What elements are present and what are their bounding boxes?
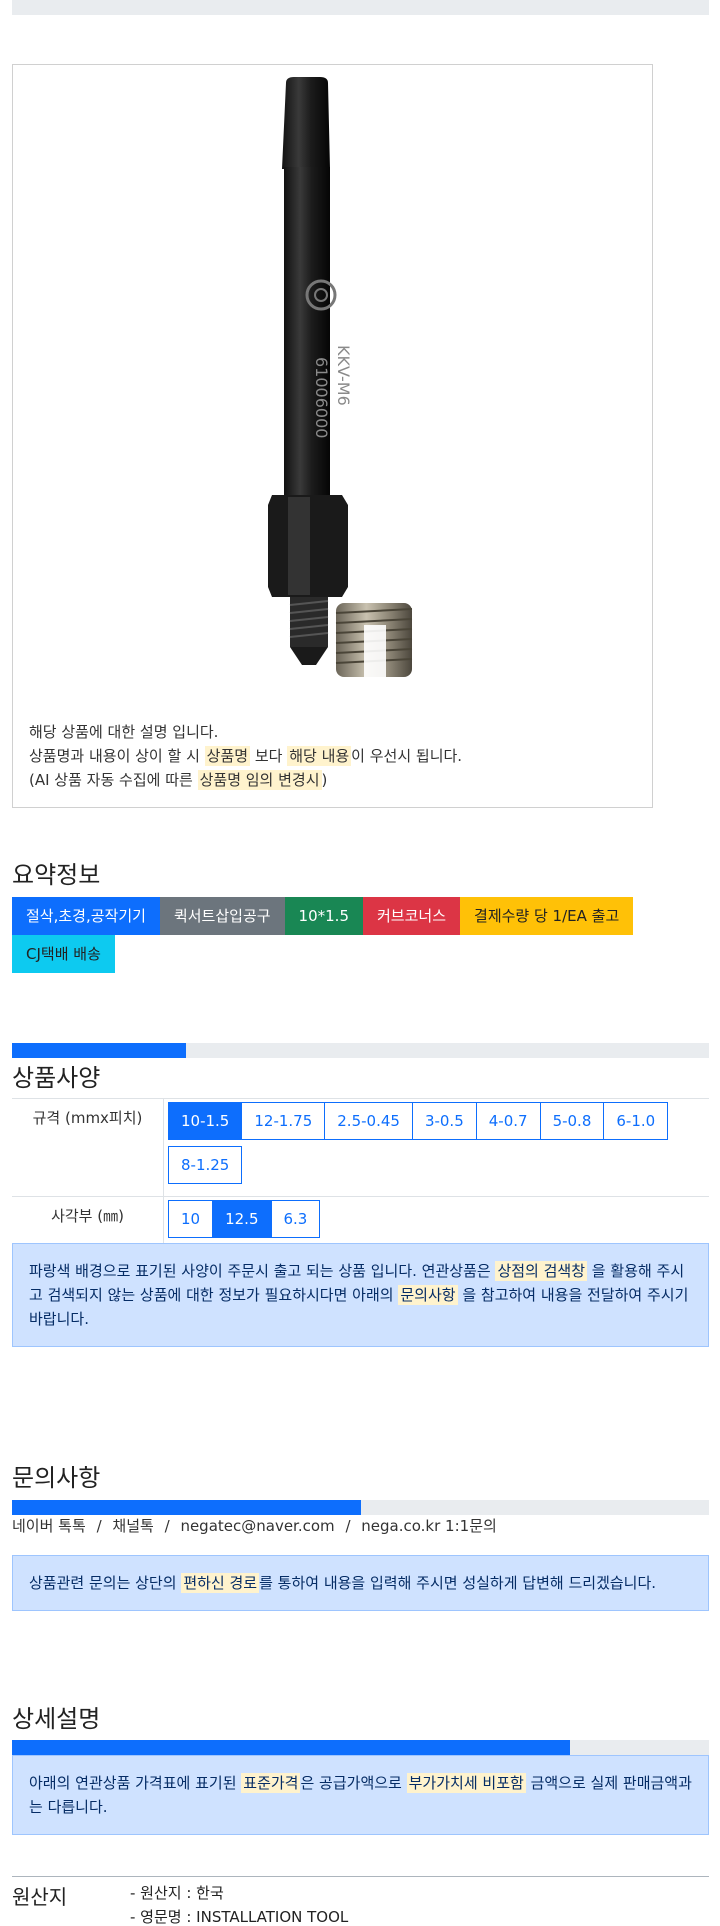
product-card: KKV-M6 61006000 해당 상품에 대한 설명 입니다. 상품명과 내… xyxy=(12,64,653,808)
highlight-standard-price: 표준가격 xyxy=(241,1773,301,1793)
option-size-5-0.8[interactable]: 5-0.8 xyxy=(539,1102,605,1140)
contact-separator: / xyxy=(345,1517,351,1535)
contact-website[interactable]: nega.co.kr 1:1문의 xyxy=(361,1517,497,1535)
notice-text: 를 통하여 내용을 입력해 주시면 성실하게 답변해 드리겠습니다. xyxy=(259,1574,657,1592)
option-size-10-1.5[interactable]: 10-1.5 xyxy=(168,1102,243,1140)
inquiry-progress-fill xyxy=(12,1500,361,1515)
description-line-1: 해당 상품에 대한 설명 입니다. xyxy=(29,723,219,741)
inquiry-title: 문의사항 xyxy=(12,1464,101,1492)
spec-row-size: 규격 (mmx피치) 10-1.5 12-1.75 2.5-0.45 3-0.5… xyxy=(12,1099,709,1197)
contact-links: 네이버 톡톡 / 채널톡 / negatec@naver.com / nega.… xyxy=(12,1515,497,1536)
highlight-name-change: 상품명 임의 변경시 xyxy=(197,770,322,790)
detail-title: 상세설명 xyxy=(12,1705,101,1733)
detail-progress xyxy=(12,1740,709,1755)
highlight-channel: 편하신 경로 xyxy=(181,1573,260,1593)
notice-text: 파랑색 배경으로 표기된 사양이 주문시 출고 되는 상품 입니다. 연관상품은 xyxy=(29,1262,496,1280)
highlight-search: 상점의 검색창 xyxy=(495,1261,588,1281)
description-text: ) xyxy=(321,771,328,789)
spec-progress-fill xyxy=(12,1043,187,1058)
description-text: 보다 xyxy=(250,747,288,765)
origin-title: 원산지 xyxy=(12,1885,68,1909)
inquiry-progress xyxy=(12,1500,709,1515)
contact-naver-talk[interactable]: 네이버 톡톡 xyxy=(12,1517,86,1535)
description-text: 이 우선시 됩니다. xyxy=(351,747,463,765)
description-line-2: 상품명과 내용이 상이 할 시 상품명 보다 해당 내용 이 우선시 됩니다. xyxy=(29,744,639,768)
contact-channel-talk[interactable]: 채널톡 xyxy=(112,1517,153,1535)
option-size-12-1.75[interactable]: 12-1.75 xyxy=(241,1102,326,1140)
description-text: 상품명과 내용이 상이 할 시 xyxy=(29,747,205,765)
tag-shipping: CJ택배 배송 xyxy=(12,935,115,973)
origin-list: - 원산지 : 한국 - 영문명 : INSTALLATION TOOL xyxy=(130,1881,348,1926)
inquiry-notice: 상품관련 문의는 상단의 편하신 경로 를 통하여 내용을 입력해 주시면 성실하… xyxy=(12,1555,709,1611)
option-size-8-1.25[interactable]: 8-1.25 xyxy=(168,1146,243,1184)
spec-options-size: 10-1.5 12-1.75 2.5-0.45 3-0.5 4-0.7 5-0.… xyxy=(164,1099,709,1196)
detail-notice: 아래의 연관상품 가격표에 표기된 표준가격 은 공급가액으로 부가가치세 비포함… xyxy=(12,1755,709,1835)
tag-size: 10*1.5 xyxy=(284,897,363,935)
notice-text: 아래의 연관상품 가격표에 표기된 xyxy=(29,1774,242,1792)
description-text: (AI 상품 자동 수집에 따른 xyxy=(29,771,198,789)
option-size-2.5-0.45[interactable]: 2.5-0.45 xyxy=(324,1102,413,1140)
tag-brand: 커브코너스 xyxy=(363,897,461,935)
product-description: 해당 상품에 대한 설명 입니다. 상품명과 내용이 상이 할 시 상품명 보다… xyxy=(29,720,639,792)
spec-title: 상품사양 xyxy=(12,1064,101,1092)
option-square-10[interactable]: 10 xyxy=(168,1200,214,1238)
contact-email[interactable]: negatec@naver.com xyxy=(180,1517,334,1535)
summary-tags: 절삭,초경,공작기기 퀵서트삽입공구 10*1.5 커브코너스 결제수량 당 1… xyxy=(12,897,672,973)
option-size-6-1.0[interactable]: 6-1.0 xyxy=(603,1102,669,1140)
engraving-model: KKV-M6 xyxy=(334,345,353,406)
spec-progress xyxy=(12,1043,709,1058)
highlight-vat: 부가가치세 비포함 xyxy=(406,1773,526,1793)
highlight-content: 해당 내용 xyxy=(287,746,352,766)
contact-separator: / xyxy=(164,1517,170,1535)
tag-product-type: 퀵서트삽입공구 xyxy=(159,897,285,935)
spec-label-size: 규격 (mmx피치) xyxy=(12,1099,164,1196)
description-line-3: (AI 상품 자동 수집에 따른 상품명 임의 변경시) xyxy=(29,768,639,792)
origin-section: 원산지 - 원산지 : 한국 - 영문명 : INSTALLATION TOOL xyxy=(12,1876,709,1926)
contact-separator: / xyxy=(96,1517,102,1535)
top-divider-bar xyxy=(12,0,709,15)
notice-text: 상품관련 문의는 상단의 xyxy=(29,1574,182,1592)
spec-notice: 파랑색 배경으로 표기된 사양이 주문시 출고 되는 상품 입니다. 연관상품은… xyxy=(12,1243,709,1347)
option-size-3-0.5[interactable]: 3-0.5 xyxy=(411,1102,477,1140)
option-square-12.5[interactable]: 12.5 xyxy=(212,1200,272,1238)
tag-quantity: 결제수량 당 1/EA 출고 xyxy=(460,897,634,935)
detail-progress-fill xyxy=(12,1740,570,1755)
engraving-code: 61006000 xyxy=(312,357,331,438)
highlight-product-name: 상품명 xyxy=(204,746,251,766)
summary-title: 요약정보 xyxy=(12,861,101,889)
option-square-6.3[interactable]: 6.3 xyxy=(270,1200,321,1238)
origin-item-english-name: - 영문명 : INSTALLATION TOOL xyxy=(130,1908,349,1926)
spec-table: 규격 (mmx피치) 10-1.5 12-1.75 2.5-0.45 3-0.5… xyxy=(12,1098,709,1251)
option-size-4-0.7[interactable]: 4-0.7 xyxy=(475,1102,541,1140)
notice-text: 은 공급가액으로 xyxy=(300,1774,407,1792)
tag-category: 절삭,초경,공작기기 xyxy=(12,897,160,935)
highlight-inquiry: 문의사항 xyxy=(398,1285,458,1305)
product-image: KKV-M6 61006000 xyxy=(268,77,413,677)
origin-item-country: - 원산지 : 한국 xyxy=(130,1884,224,1902)
